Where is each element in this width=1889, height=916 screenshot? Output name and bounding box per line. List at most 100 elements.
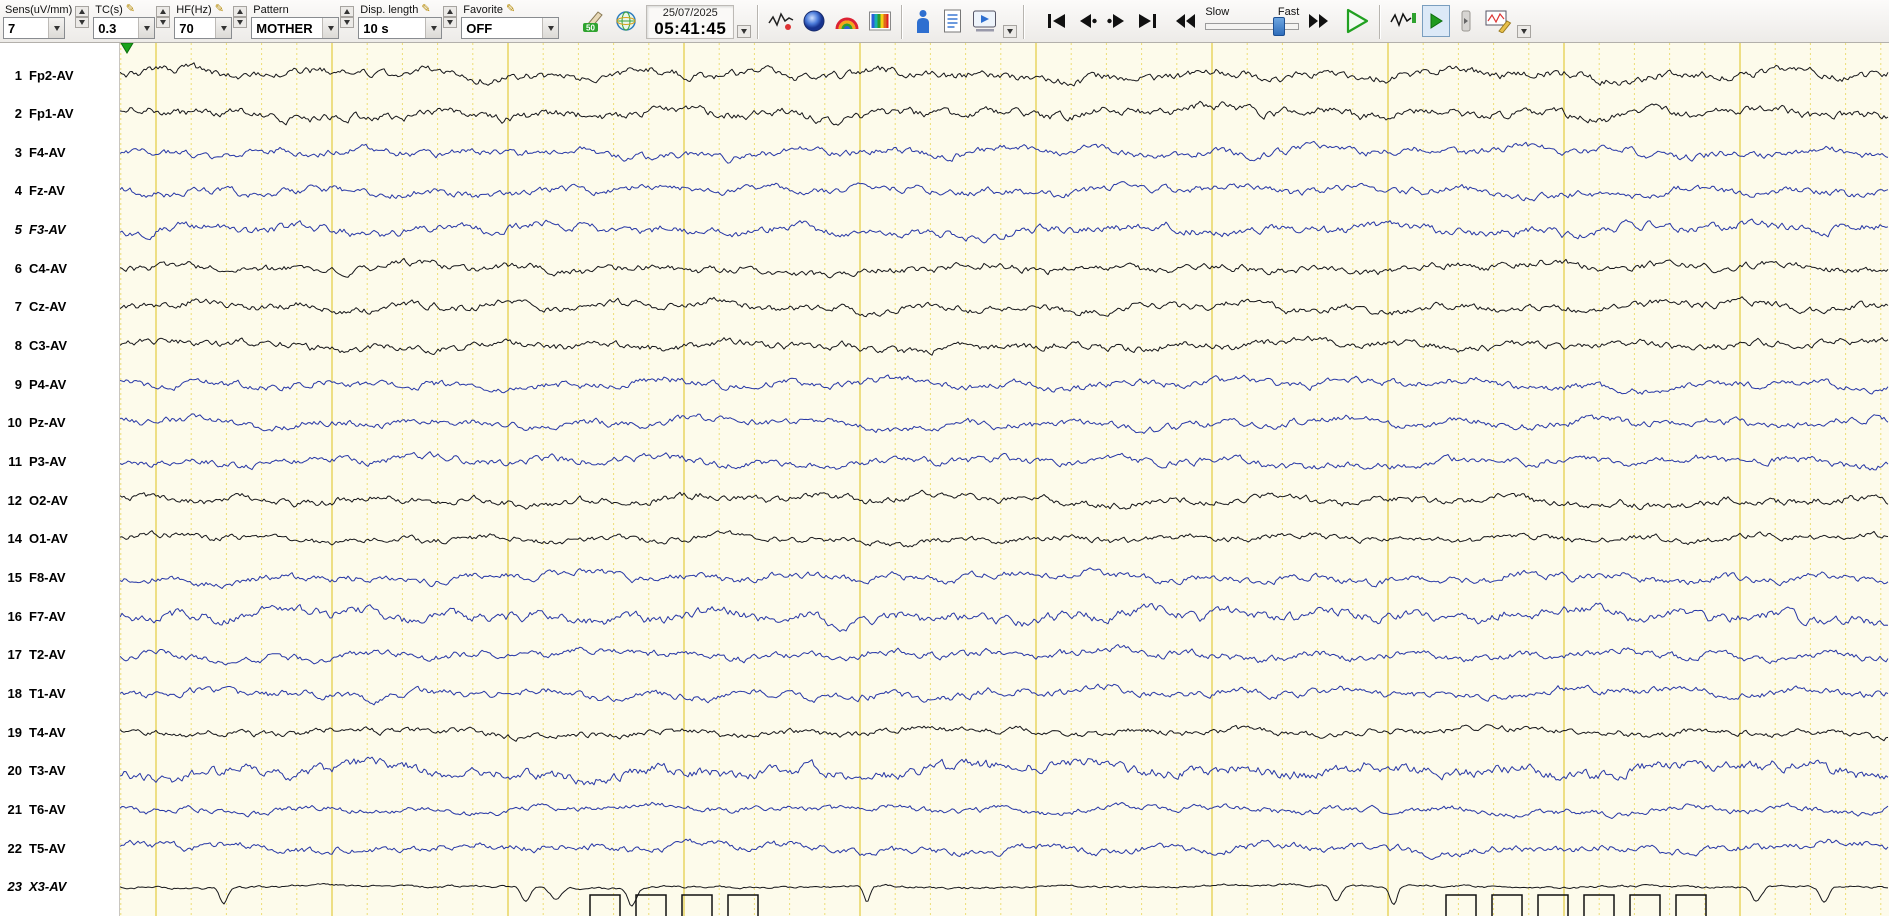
dsa-trend-button[interactable] <box>865 5 895 37</box>
step-back-button[interactable] <box>1073 5 1101 37</box>
channel-label-row[interactable]: 7 Cz-AV <box>0 298 120 316</box>
edit-pencil-icon[interactable]: ✎ <box>421 4 430 15</box>
hf-decrease-button[interactable] <box>233 17 248 28</box>
eeg-trace-canvas[interactable] <box>120 43 1889 916</box>
favorite-control: Favorite ✎ OFF <box>461 2 574 39</box>
disp-length-increase-button[interactable] <box>443 6 458 17</box>
edit-pencil-icon[interactable]: ✎ <box>126 4 135 15</box>
channel-label-row[interactable]: 17 T2-AV <box>0 646 120 664</box>
trace-settings-button[interactable] <box>1387 5 1420 37</box>
pattern-combobox[interactable]: MOTHER <box>251 17 340 39</box>
hf-combobox[interactable]: 70 <box>174 17 233 39</box>
pattern-label: Pattern <box>253 3 289 16</box>
channel-label-row[interactable]: 9 P4-AV <box>0 375 120 393</box>
eeg-trace-T3-AV <box>120 756 1889 786</box>
channel-name: T4-AV <box>29 724 66 740</box>
edit-pencil-icon[interactable]: ✎ <box>506 4 515 15</box>
channel-label-row[interactable]: 10 Pz-AV <box>0 414 120 432</box>
patient-info-button[interactable] <box>909 5 937 37</box>
sens-combobox[interactable]: 7 <box>3 17 65 39</box>
review-settings-button[interactable] <box>1482 5 1515 37</box>
skip-to-start-button[interactable] <box>1043 5 1071 37</box>
tc-decrease-button[interactable] <box>156 17 171 28</box>
fast-rewind-button[interactable] <box>1172 5 1200 37</box>
speed-slider-handle[interactable] <box>1273 17 1286 36</box>
channel-name: C3-AV <box>29 338 68 354</box>
channel-number: 15 <box>7 570 22 586</box>
notch-filter-50-button[interactable]: 50 <box>579 5 609 37</box>
fast-forward-button[interactable] <box>1304 5 1332 37</box>
chevron-down-icon <box>143 25 150 31</box>
hf-increase-button[interactable] <box>233 6 248 17</box>
playback-mode-button[interactable] <box>1422 5 1451 37</box>
pattern-increase-button[interactable] <box>340 6 355 17</box>
step-forward-button[interactable] <box>1103 5 1131 37</box>
brain-map-button[interactable] <box>799 5 829 37</box>
channel-label-row[interactable]: 1 Fp2-AV <box>0 66 120 84</box>
montage-globe-button[interactable] <box>611 5 641 37</box>
play-icon <box>1347 8 1369 34</box>
spectrum-rainbow-button[interactable] <box>831 5 863 37</box>
channel-number: 1 <box>14 67 22 83</box>
channel-number: 8 <box>14 338 22 354</box>
channel-label-row[interactable]: 14 O1-AV <box>0 530 120 548</box>
channel-number: 5 <box>14 222 22 238</box>
edit-pencil-icon[interactable]: ✎ <box>215 4 224 15</box>
channel-label-row[interactable]: 8 C3-AV <box>0 337 120 355</box>
position-marker-icon[interactable] <box>120 43 134 54</box>
sens-decrease-button[interactable] <box>75 17 90 28</box>
eeg-trace-T4-AV <box>120 724 1889 742</box>
sens-increase-button[interactable] <box>75 6 90 17</box>
report-button[interactable] <box>939 5 967 37</box>
collapse-panel-button[interactable] <box>1452 5 1480 37</box>
notch-filter-badge: 50 <box>586 24 595 33</box>
channel-label-row[interactable]: 20 T3-AV <box>0 762 120 780</box>
tc-increase-button[interactable] <box>156 6 171 17</box>
channel-label-row[interactable]: 22 T5-AV <box>0 839 120 857</box>
skip-to-end-button[interactable] <box>1133 5 1161 37</box>
annotation-waveform-button[interactable] <box>765 5 797 37</box>
channel-label-row[interactable]: 11 P3-AV <box>0 453 120 471</box>
channel-label-row[interactable]: 23 X3-AV <box>0 878 120 896</box>
channel-label-row[interactable]: 18 T1-AV <box>0 685 120 703</box>
channel-number: 18 <box>7 686 22 702</box>
channel-label-row[interactable]: 16 F7-AV <box>0 607 120 625</box>
tc-value: 0.3 <box>98 20 117 36</box>
eeg-trace-Cz-AV <box>120 296 1889 318</box>
video-button[interactable] <box>969 5 1001 37</box>
chevron-down-icon <box>430 25 437 31</box>
channel-label-row[interactable]: 4 Fz-AV <box>0 182 120 200</box>
channel-label-row[interactable]: 19 T4-AV <box>0 723 120 741</box>
video-dropdown-button[interactable] <box>1003 25 1018 38</box>
channel-label-row[interactable]: 5 F3-AV <box>0 221 120 239</box>
channel-name: F8-AV <box>29 570 66 586</box>
channel-number: 21 <box>7 802 22 818</box>
arrow-up-icon <box>344 9 351 14</box>
settings-dropdown-button[interactable] <box>1517 25 1532 38</box>
play-button[interactable] <box>1341 5 1373 37</box>
eeg-trace-T1-AV <box>120 683 1889 706</box>
monitor-pencil-icon <box>1485 10 1512 33</box>
tc-combobox[interactable]: 0.3 <box>93 17 156 39</box>
playback-controls: Slow Fast <box>1042 2 1374 37</box>
notch-filter-icon: 50 <box>583 11 603 33</box>
channel-label-row[interactable]: 15 F8-AV <box>0 569 120 587</box>
disp-length-combobox[interactable]: 10 s <box>358 17 443 39</box>
disp-length-decrease-button[interactable] <box>443 17 458 28</box>
channel-label-row[interactable]: 2 Fp1-AV <box>0 105 120 123</box>
channel-name: F4-AV <box>29 144 66 160</box>
eeg-trace-P4-AV <box>120 374 1889 395</box>
channel-label-row[interactable]: 3 F4-AV <box>0 143 120 161</box>
channel-label-row[interactable]: 21 T6-AV <box>0 801 120 819</box>
channel-label-row[interactable]: 12 O2-AV <box>0 491 120 509</box>
channel-name: Cz-AV <box>29 299 67 315</box>
favorite-combobox[interactable]: OFF <box>461 17 560 39</box>
pattern-decrease-button[interactable] <box>340 17 355 28</box>
channel-label-row[interactable]: 6 C4-AV <box>0 259 120 277</box>
speed-slider-track[interactable] <box>1205 17 1300 36</box>
clipboard-icon <box>944 9 962 33</box>
globe-icon <box>616 11 636 31</box>
arrow-up-icon <box>79 9 86 14</box>
datetime-dropdown-button[interactable] <box>737 25 752 38</box>
favorite-value: OFF <box>466 20 493 36</box>
